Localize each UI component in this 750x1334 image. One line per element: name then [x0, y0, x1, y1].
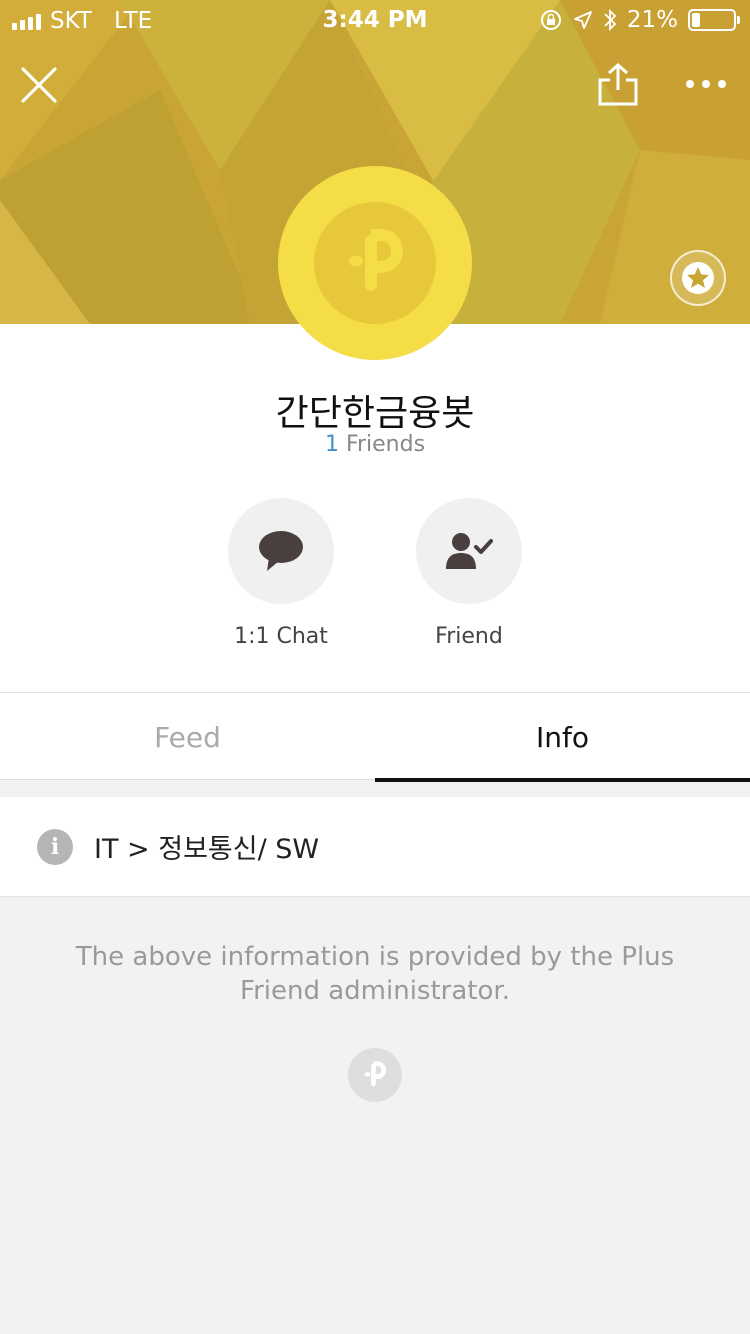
profile-name: 간단한금융봇 [275, 393, 475, 434]
friends-label: Friends [345, 432, 426, 457]
category-text: IT > 정보통신/ SW [94, 834, 320, 865]
friend-added-icon [446, 533, 493, 569]
more-icon [686, 80, 726, 88]
admin-notice: The above information is provided by the… [75, 942, 675, 1006]
status-bar: SKT LTE 3:44 PM 21% [0, 0, 750, 40]
plus-friend-logo-icon [364, 1061, 387, 1087]
footer-logo [348, 1048, 402, 1102]
close-button[interactable] [18, 64, 60, 106]
star-icon [682, 262, 714, 294]
tab-feed[interactable]: Feed [0, 693, 375, 781]
rotation-lock-icon [540, 10, 561, 30]
avatar[interactable] [278, 166, 472, 360]
close-icon [21, 67, 57, 103]
chat-button[interactable] [228, 498, 334, 604]
friends-number: 1 [324, 432, 339, 457]
chat-action[interactable]: 1:1 Chat [228, 498, 334, 649]
info-category-row: i IT > 정보통신/ SW [0, 797, 750, 897]
bluetooth-icon [604, 8, 617, 32]
tab-bar: Feed Info [0, 692, 750, 782]
friend-label: Friend [435, 624, 503, 649]
battery-fill [692, 13, 700, 27]
friend-button[interactable] [416, 498, 522, 604]
more-button[interactable] [684, 76, 728, 92]
chat-label: 1:1 Chat [234, 624, 328, 649]
info-icon: i [37, 829, 73, 865]
battery-percent: 21% [626, 7, 678, 33]
plus-friend-logo-icon [349, 229, 403, 291]
share-icon [598, 62, 638, 106]
location-icon [573, 11, 592, 29]
friends-count: 1 Friends [0, 432, 750, 457]
battery-icon [688, 9, 740, 31]
profile-section [0, 324, 750, 692]
avatar-inner [314, 202, 436, 324]
tab-info[interactable]: Info [375, 693, 750, 782]
favorite-button[interactable] [670, 250, 726, 306]
chat-bubble-icon [259, 531, 303, 571]
share-button[interactable] [596, 62, 640, 108]
friend-action[interactable]: Friend [416, 498, 522, 649]
